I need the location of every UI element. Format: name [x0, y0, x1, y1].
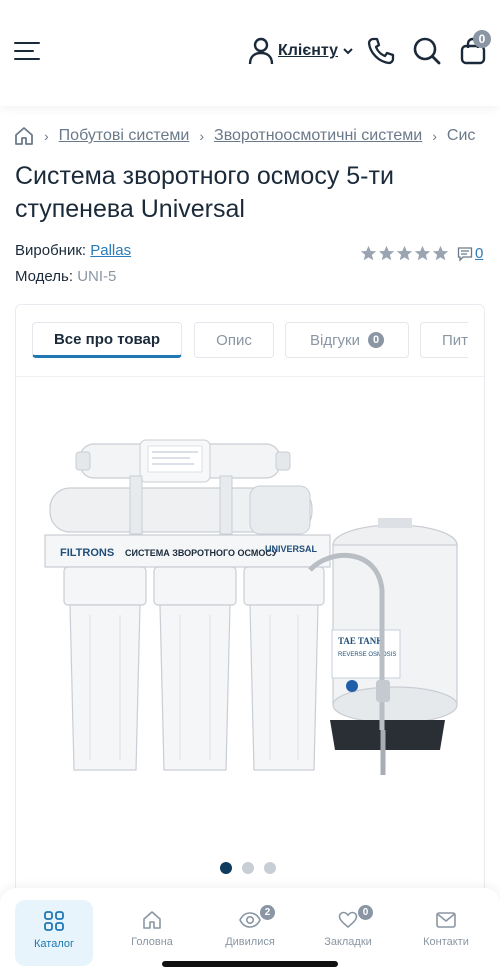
breadcrumb-current: Сис	[446, 127, 476, 144]
manufacturer-label: Виробник:	[15, 242, 87, 259]
tab-label: Відгуки	[309, 331, 360, 349]
model-value: UNI-5	[77, 268, 117, 285]
nav-item-bookmarks[interactable]: 0 Закладки	[309, 900, 387, 966]
star-icon	[360, 245, 377, 261]
rating-stars[interactable]	[360, 245, 449, 262]
gallery-dot[interactable]	[264, 862, 276, 874]
nav-viewed-badge: 2	[260, 905, 275, 920]
chevron-down-icon	[343, 48, 353, 55]
star-icon	[414, 245, 431, 261]
manufacturer-link[interactable]: Pallas	[90, 242, 131, 259]
breadcrumb: › Побутові системи › Зворотноосмотичні с…	[14, 124, 500, 148]
breadcrumb-item[interactable]: Зворотноосмотичні системи	[214, 127, 422, 145]
breadcrumb-separator: ›	[44, 128, 49, 144]
nav-item-contacts[interactable]: Контакти	[407, 900, 485, 966]
breadcrumb-separator: ›	[199, 128, 205, 144]
nav-label: Дивилися	[225, 936, 275, 948]
cart-count-badge: 0	[473, 30, 491, 48]
tank-sublabel-text: REVERSE OSMOSIS	[338, 652, 396, 658]
nav-bookmarks-badge: 0	[358, 905, 373, 920]
star-icon	[432, 245, 449, 261]
series-text: UNIVERSAL	[265, 544, 318, 554]
mail-icon	[436, 912, 456, 928]
breadcrumb-item[interactable]: Побутові системи	[59, 127, 190, 145]
user-icon	[248, 37, 274, 65]
phone-icon[interactable]	[366, 36, 396, 66]
manufacturer-row: Виробник: Pallas	[15, 242, 131, 259]
tab-label: Опис	[216, 331, 252, 349]
nav-label: Закладки	[324, 936, 372, 948]
model-label: Модель:	[15, 268, 74, 285]
product-tabs: Все про товар Опис Відгуки 0 Пит	[16, 322, 468, 360]
tab-reviews[interactable]: Відгуки 0	[285, 322, 409, 358]
gallery-dots	[220, 862, 276, 874]
model-row: Модель: UNI-5	[15, 268, 116, 285]
nav-item-viewed[interactable]: 2 Дивилися	[211, 900, 289, 966]
brand-text: FILTRONS	[60, 547, 114, 559]
comment-icon	[457, 246, 473, 262]
product-image[interactable]: FILTRONS СИСТЕМА ЗВОРОТНОГО ОСМОСУ UNIVE…	[40, 430, 460, 790]
home-icon[interactable]	[14, 126, 34, 146]
gallery-dot[interactable]	[220, 862, 232, 874]
tab-reviews-badge: 0	[368, 332, 384, 348]
client-menu-button[interactable]: Клієнту	[248, 36, 354, 66]
eye-icon	[239, 912, 261, 928]
star-icon	[396, 245, 413, 261]
menu-icon[interactable]	[14, 40, 42, 62]
tab-label: Пит	[442, 331, 468, 349]
caption-text: СИСТЕМА ЗВОРОТНОГО ОСМОСУ	[125, 548, 278, 558]
heart-icon	[338, 911, 358, 929]
breadcrumb-separator: ›	[432, 128, 437, 144]
reviews-link[interactable]: 0	[457, 245, 483, 262]
tab-questions[interactable]: Пит	[420, 322, 468, 358]
page-title: Система зворотного осмосу 5-ти ступенева…	[15, 162, 394, 223]
star-icon	[378, 245, 395, 261]
tab-all-about-product[interactable]: Все про товар	[32, 322, 182, 358]
tab-description[interactable]: Опис	[194, 322, 274, 358]
nav-label: Каталог	[34, 938, 74, 950]
nav-item-home[interactable]: Головна	[113, 900, 191, 966]
client-menu-label: Клієнту	[278, 42, 339, 59]
nav-label: Контакти	[423, 936, 469, 948]
nav-label: Головна	[131, 936, 173, 948]
search-icon[interactable]	[412, 36, 442, 66]
tabs-divider	[16, 376, 484, 377]
home-indicator	[162, 961, 338, 967]
home-icon	[143, 911, 161, 929]
grid-icon	[44, 911, 64, 931]
tab-label: Все про товар	[53, 330, 161, 348]
site-header: Клієнту 0	[0, 0, 500, 106]
nav-item-catalog[interactable]: Каталог	[15, 900, 93, 966]
reviews-count: 0	[475, 245, 484, 262]
tank-label-text: TAE TANK	[338, 636, 383, 646]
gallery-dot[interactable]	[242, 862, 254, 874]
